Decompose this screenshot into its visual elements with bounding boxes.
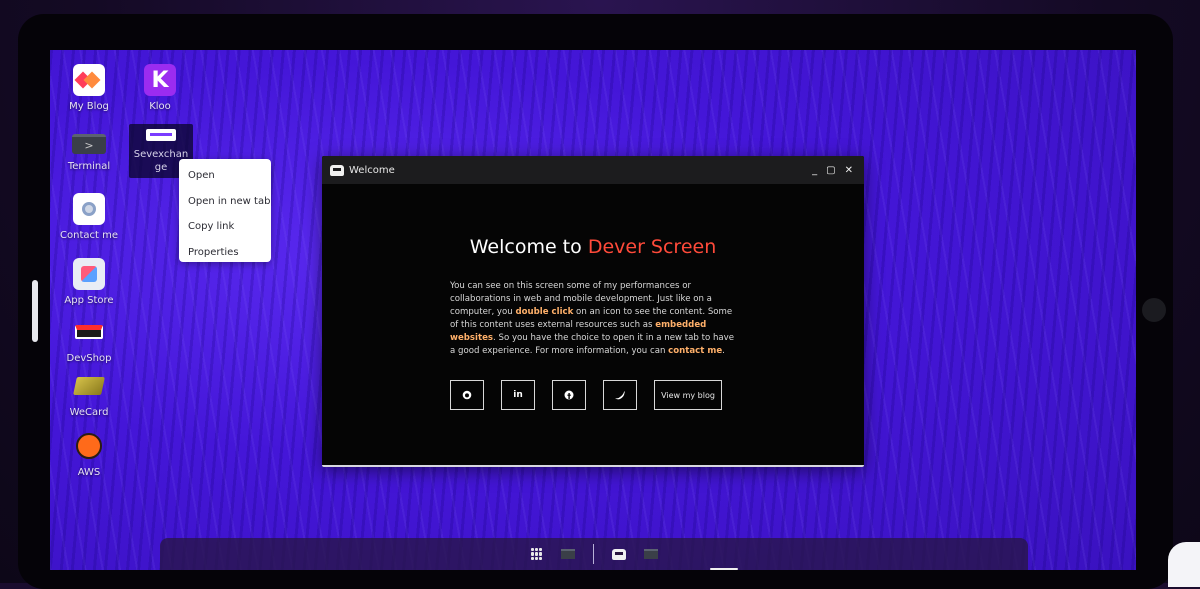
desktop-icon-terminal[interactable]: > Terminal — [59, 128, 119, 173]
window-titlebar[interactable]: Welcome _ ▢ ✕ — [322, 156, 864, 184]
desktop-icon-kloo[interactable]: K Kloo — [130, 64, 190, 113]
desktop-icon-aws[interactable]: AWS — [59, 430, 119, 479]
desktop-icon-label: DevShop — [66, 353, 112, 364]
desktop-icon-label: Kloo — [149, 101, 171, 112]
linkedin-icon: in — [513, 390, 523, 400]
terminal-icon[interactable] — [643, 549, 658, 559]
context-menu-properties[interactable]: Properties — [179, 240, 271, 266]
github-button[interactable] — [450, 380, 484, 410]
maximize-button[interactable]: ▢ — [826, 165, 835, 176]
device-frame: My Blog K Kloo > Terminal Sevexchan ge C… — [0, 0, 1200, 589]
terminal-icon: > — [72, 134, 106, 154]
desktop-icon-label: WeCard — [69, 407, 109, 418]
desktop-icon-app-store[interactable]: App Store — [59, 258, 119, 307]
minimize-button[interactable]: _ — [812, 165, 817, 176]
desktop-icon-label: AWS — [77, 467, 101, 478]
desktop-icon-label: My Blog — [69, 101, 109, 112]
desktop-icon-wecard[interactable]: WeCard — [59, 370, 119, 419]
blog-icon — [73, 64, 105, 96]
kloo-icon: K — [144, 64, 176, 96]
context-menu-open[interactable]: Open — [179, 163, 271, 189]
desktop-icon-my-blog[interactable]: My Blog — [59, 64, 119, 113]
close-button[interactable]: ✕ — [845, 165, 853, 176]
contact-icon — [73, 193, 105, 225]
window-content: Welcome to Dever Screen You can see on t… — [322, 184, 864, 467]
context-menu-open-new-tab[interactable]: Open in new tab — [179, 189, 271, 215]
social-links: in View my blog — [450, 380, 722, 410]
context-menu-copy-link[interactable]: Copy link — [179, 214, 271, 240]
contact-me-link[interactable]: contact me — [668, 346, 722, 356]
app-store-icon — [73, 258, 105, 290]
sevexchange-icon — [146, 129, 176, 141]
welcome-icon — [330, 164, 344, 176]
desktop-icon-devshop[interactable]: DevShop — [59, 316, 119, 365]
terminal-icon[interactable] — [560, 549, 575, 559]
welcome-description: You can see on this screen some of my pe… — [450, 281, 735, 356]
desktop-icon-contact[interactable]: Contact me — [59, 193, 119, 242]
wecard-icon — [73, 370, 105, 402]
twitter-icon — [615, 390, 625, 399]
desktop-icon-label: Contact me — [60, 230, 118, 241]
facebook-button[interactable] — [552, 380, 586, 410]
view-blog-button[interactable]: View my blog — [654, 380, 722, 410]
context-menu: Open Open in new tab Copy link Propertie… — [179, 159, 271, 262]
corner-decoration — [1168, 542, 1200, 587]
welcome-heading: Welcome to Dever Screen — [469, 236, 717, 258]
window-title: Welcome — [349, 164, 395, 176]
side-indicator — [32, 280, 38, 342]
welcome-icon[interactable] — [611, 548, 626, 560]
github-icon — [462, 390, 472, 400]
devshop-icon — [73, 316, 105, 348]
camera-dot — [1142, 298, 1166, 322]
desktop-icon-label: App Store — [64, 295, 114, 306]
linkedin-button[interactable]: in — [501, 380, 535, 410]
desktop: My Blog K Kloo > Terminal Sevexchan ge C… — [50, 50, 1136, 570]
facebook-icon — [564, 390, 574, 400]
desktop-icon-label: Terminal — [67, 161, 111, 172]
app-grid-icon[interactable] — [530, 548, 543, 560]
active-app-indicator — [710, 568, 738, 570]
taskbar — [160, 538, 1028, 570]
taskbar-separator — [592, 544, 594, 564]
window-bottom-border — [322, 465, 864, 467]
twitter-button[interactable] — [603, 380, 637, 410]
aws-icon — [73, 430, 105, 462]
welcome-window: Welcome _ ▢ ✕ Welcome to Dever Screen Yo… — [322, 156, 864, 467]
